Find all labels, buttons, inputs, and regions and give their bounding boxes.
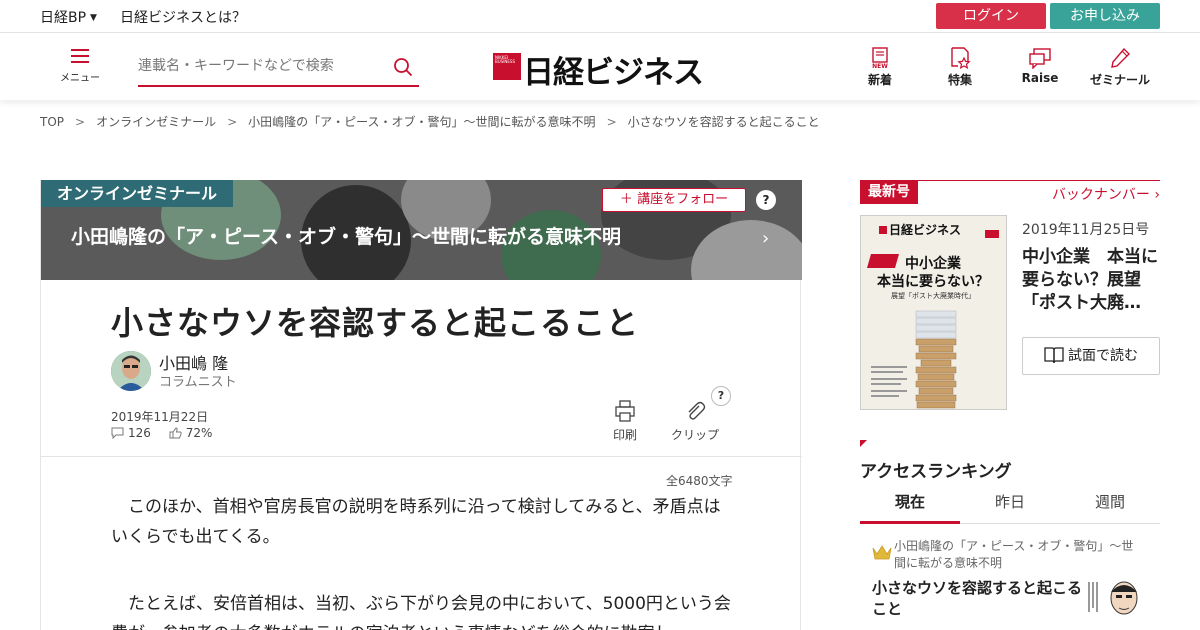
nav-seminar-label: ゼミナール [1089,73,1150,87]
tab-yesterday[interactable]: 昨日 [960,490,1060,524]
breadcrumb-current: 小さなウソを容認すると起こること [627,115,820,129]
breadcrumb-item[interactable]: オンラインゼミナール [96,115,216,129]
magazine-cover[interactable]: 日経ビジネス 中小企業 本当に要らない？ 展望「ポスト大廃業時代」 [860,215,1007,410]
nav-raise[interactable]: Raise [1008,47,1072,85]
like-ratio: 72% [185,426,213,440]
series-tag: オンラインゼミナール [41,180,234,207]
menu-button[interactable]: メニュー [60,49,100,84]
article-stats: 126 72% [111,426,212,440]
apply-button[interactable]: お申し込み [1050,3,1160,29]
breadcrumb-separator: > [606,115,617,129]
thumbs-up-icon [169,427,182,439]
about-link[interactable]: 日経ビジネスとは？ [120,7,246,27]
plus-icon: ＋ [619,192,638,207]
site-header: メニュー NIKKEI BUSINESS 日経ビジネス NEW 新着 特集 [0,33,1200,100]
author-illustration [1086,576,1150,620]
char-count: 全6480文字 [666,474,733,488]
speech-bubble-icon [1029,48,1051,69]
ranking-item-series: 小田嶋隆の「ア・ピース・オブ・警句」～世間に転がる意味不明 [894,539,1134,570]
logo-text: 日経ビジネス [523,55,704,91]
login-button[interactable]: ログイン [936,3,1046,29]
search-icon[interactable] [393,57,413,77]
author-role: コラムニスト [159,375,237,390]
article-title: 小さなウソを容認すると起こること [111,304,640,342]
issue-date: 2019年11月25日号 [1022,222,1150,238]
breadcrumb-separator: > [75,115,86,129]
breadcrumb-item[interactable]: TOP [40,115,64,129]
ranking-corner-mark [860,440,867,447]
article-paragraph: このほか、首相や官房長官の説明を時系列に沿って検討してみると、矛盾点はいくらでも… [111,497,721,547]
trial-read-button[interactable]: 試面で読む [1022,337,1160,375]
cover-image: 日経ビジネス 中小企業 本当に要らない？ 展望「ポスト大廃業時代」 [861,216,1006,409]
issue-title[interactable]: 中小企業 本当に要らない？展望「ポスト大廃… [1022,246,1162,315]
series-banner[interactable]: オンラインゼミナール ＋ 講座をフォロー ? 小田嶋隆の「ア・ピース・オブ・警句… [41,180,802,280]
clip-help-icon[interactable]: ? [711,386,731,406]
tab-current[interactable]: 現在 [860,490,960,524]
cover-subheadline: 展望「ポスト大廃業時代」 [891,291,975,300]
ranking-item-thumbnail [1086,576,1150,620]
latest-issue-header: 最新号 バックナンバー › [860,180,1160,204]
divider [41,456,802,457]
ranking-item-title[interactable]: 小さなウソを容認すると起こること [872,578,1082,620]
printer-icon [615,400,635,422]
article-paragraph: たとえば、安倍首相は、当初、ぶら下がり会見の中において、5000円という会費が、… [111,594,731,630]
clip-label: クリップ [671,428,720,442]
ranking-item[interactable]: 小田嶋隆の「ア・ピース・オブ・警句」～世間に転がる意味不明 小さなウソを容認する… [870,536,1160,626]
comment-count[interactable]: 126 [128,426,151,440]
nav-feature-label: 特集 [947,73,972,87]
comment-icon [111,427,124,439]
logo-mark-text: NIKKEI BUSINESS [495,55,515,64]
nav-new-label: 新着 [867,73,892,87]
ranking-tabs: 現在 昨日 週間 [860,490,1160,524]
author-avatar[interactable] [111,351,151,391]
latest-issue-tag: 最新号 [860,181,918,204]
search-box [138,53,419,87]
nav-seminar[interactable]: ゼミナール [1088,47,1152,88]
follow-label: 講座をフォロー [637,192,729,207]
likes: 72% [169,426,213,440]
paperclip-icon [688,401,706,420]
author-photo [111,351,151,391]
search-input[interactable] [138,53,378,79]
top-bar: 日経BP ▼ 日経ビジネスとは？ ログイン お申し込み [0,0,1200,33]
nav-raise-label: Raise [1021,71,1059,85]
follow-course-button[interactable]: ＋ 講座をフォロー [602,188,746,212]
hamburger-icon [71,49,89,63]
star-document-icon [951,47,971,69]
crown-icon [872,545,892,560]
cover-headline-2: 本当に要らない？ [877,273,989,290]
article-card: オンラインゼミナール ＋ 講座をフォロー ? 小田嶋隆の「ア・ピース・オブ・警句… [40,180,802,630]
print-label: 印刷 [613,428,638,442]
help-icon[interactable]: ? [756,190,776,210]
chevron-down-icon: ▼ [90,13,97,23]
menu-label: メニュー [60,73,100,84]
print-button[interactable]: 印刷 [613,400,637,443]
cover-logo: 日経ビジネス [889,222,961,237]
breadcrumb-separator: > [227,115,238,129]
open-book-icon [1044,347,1064,364]
trial-read-label: 試面で読む [1068,348,1138,364]
series-title[interactable]: 小田嶋隆の「ア・ピース・オブ・警句」～世間に転がる意味不明 [71,222,621,249]
svg-text:NEW: NEW [872,63,888,69]
tab-weekly[interactable]: 週間 [1060,490,1160,524]
clip-button[interactable]: クリップ [671,400,719,443]
back-numbers-label: バックナンバー [1051,187,1150,203]
chevron-right-icon[interactable]: › [762,228,769,249]
pencil-icon [1111,47,1130,68]
ranking-title: アクセスランキング [860,462,1012,482]
new-document-icon: NEW [872,47,888,69]
breadcrumb: TOP > オンラインゼミナール > 小田嶋隆の「ア・ピース・オブ・警句」～世間に転がる… [40,113,820,130]
back-numbers-link[interactable]: バックナンバー › [1052,184,1160,204]
chevron-right-icon: › [1154,187,1160,203]
nikkei-bp-label: 日経BP [40,10,87,26]
nav-new[interactable]: NEW 新着 [848,47,912,88]
cover-headline-1: 中小企業 [905,255,962,272]
nikkei-bp-dropdown[interactable]: 日経BP ▼ [40,7,97,27]
nav-feature[interactable]: 特集 [928,47,992,88]
logo-mark: NIKKEI BUSINESS [493,53,521,80]
breadcrumb-item[interactable]: 小田嶋隆の「ア・ピース・オブ・警句」～世間に転がる意味不明 [248,115,595,129]
publish-date: 2019年11月22日 [111,410,209,424]
